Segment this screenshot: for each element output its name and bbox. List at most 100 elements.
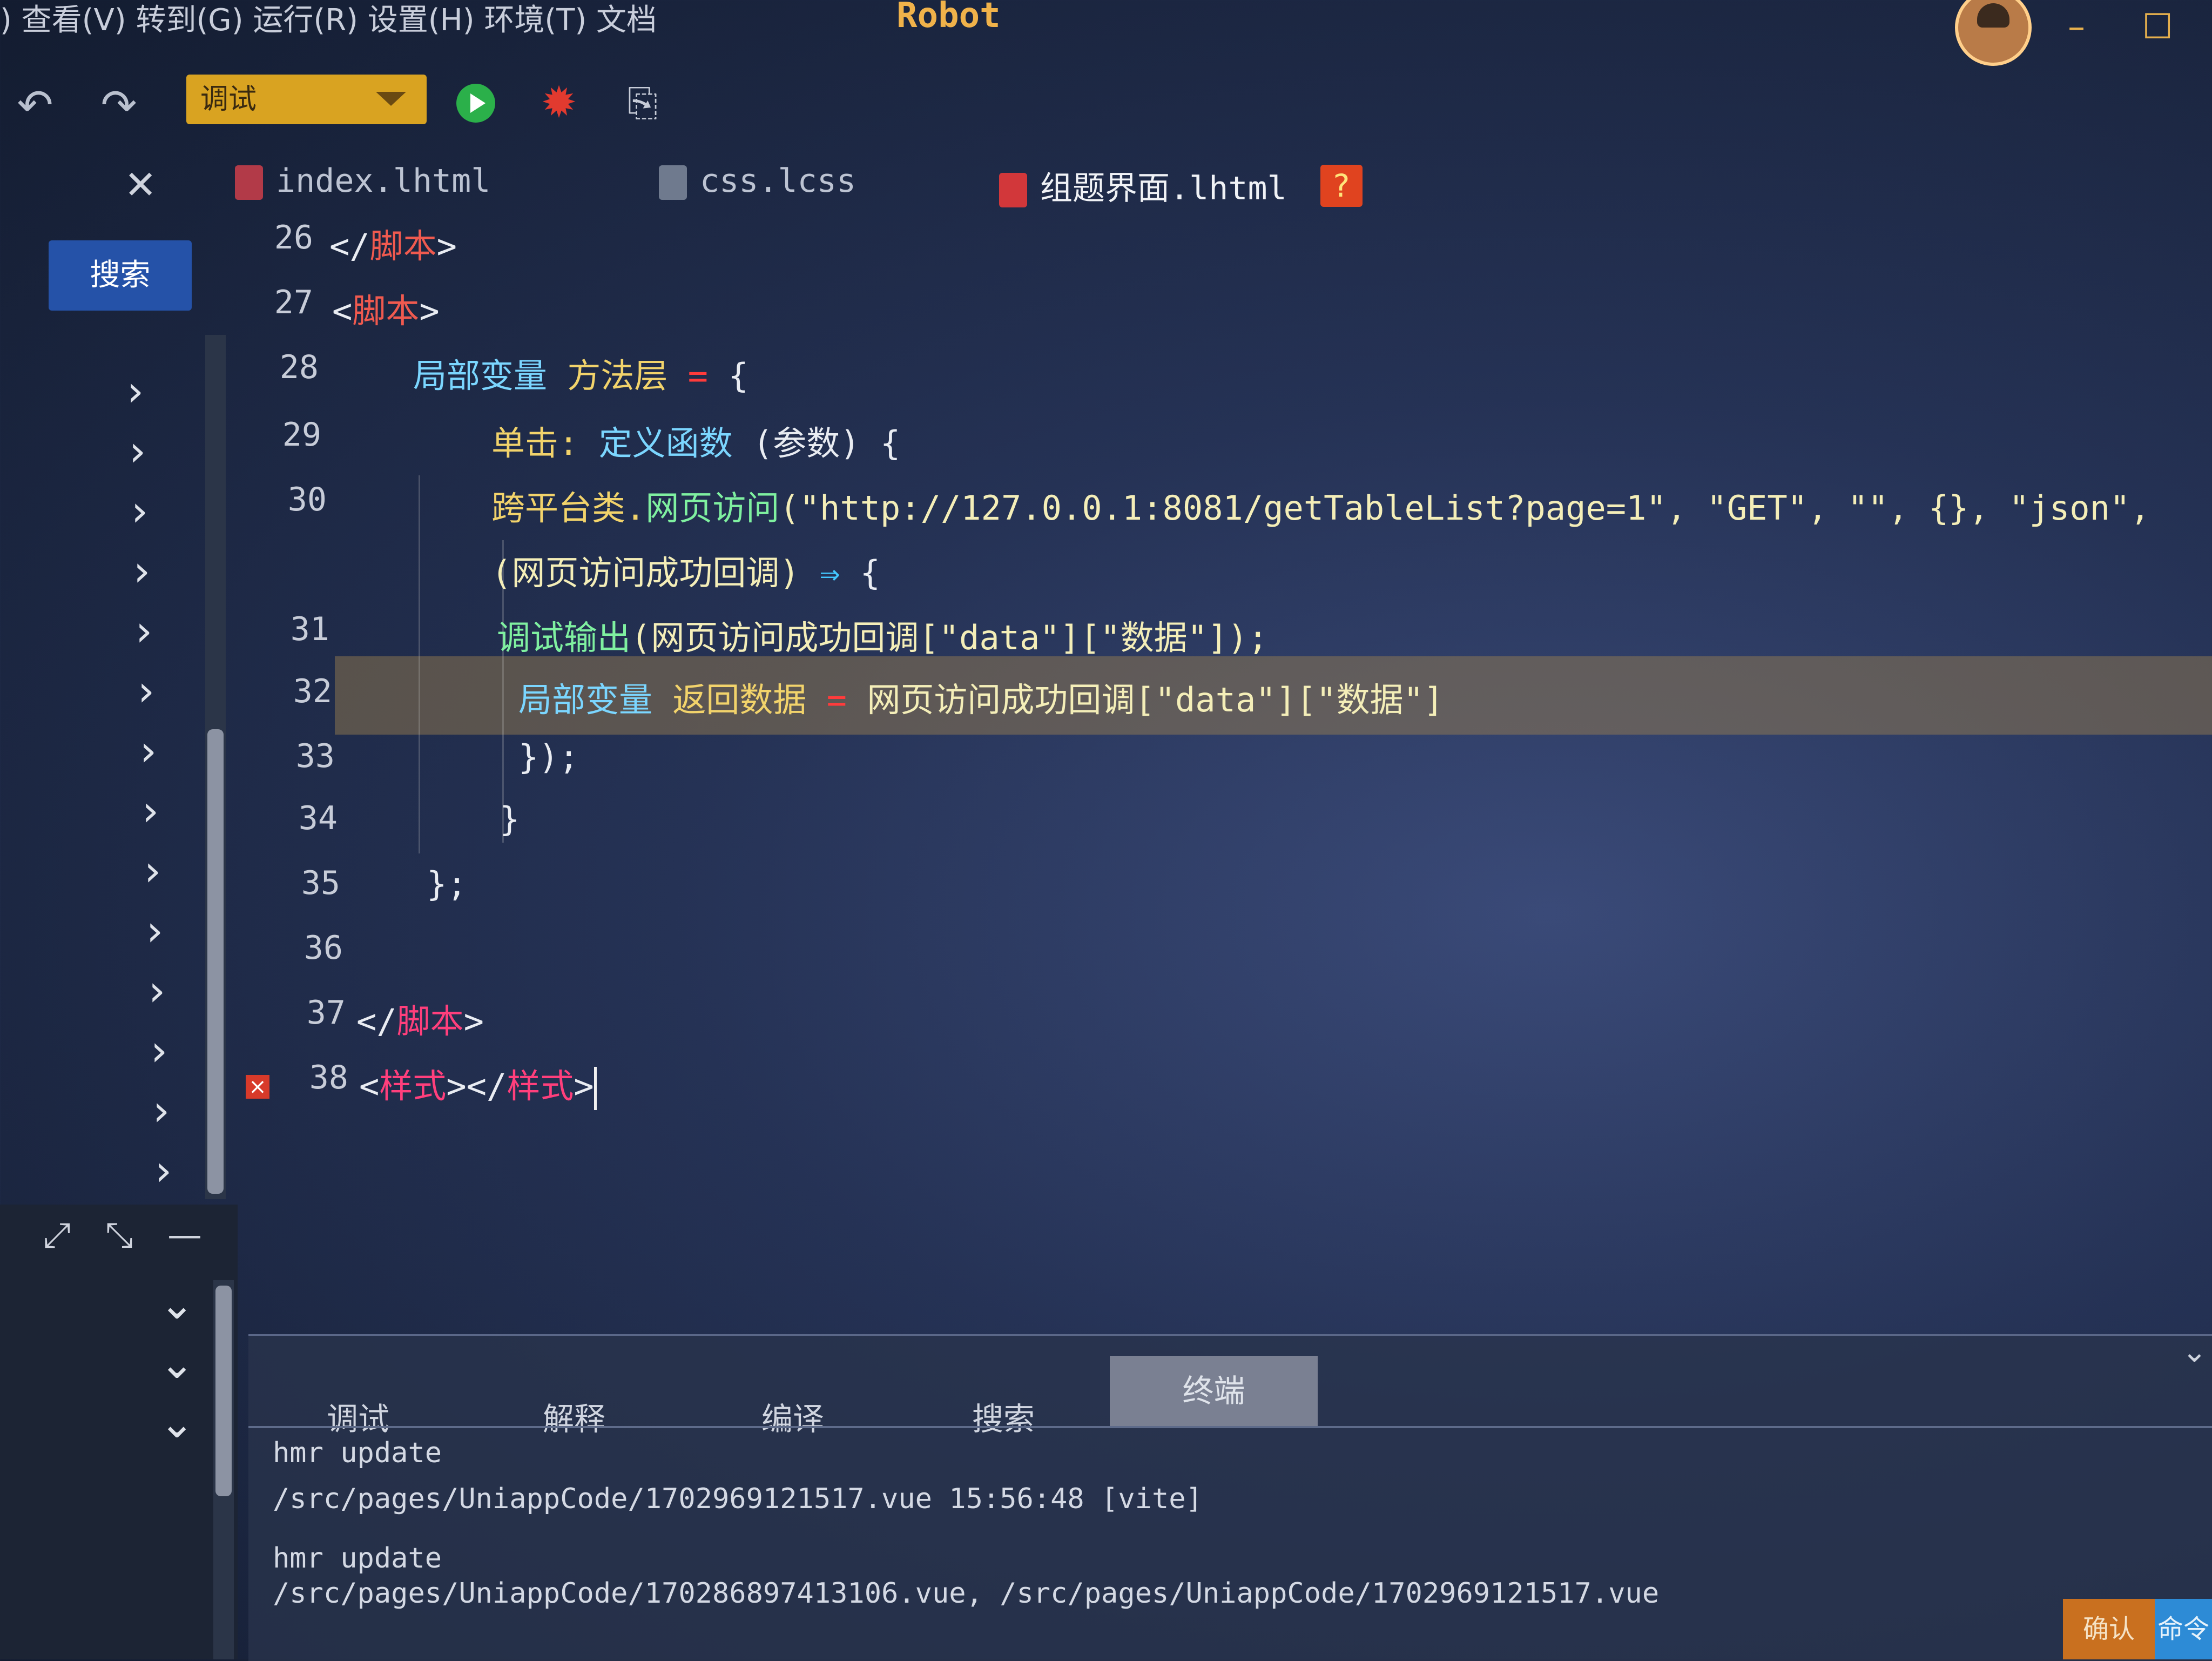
code-token: 局部变量: [518, 680, 673, 719]
menu-items[interactable]: ) 查看(V) 转到(G) 运行(R) 设置(H) 环境(T) 文档: [0, 0, 657, 39]
code-line[interactable]: 局部变量 返回数据 = 网页访问成功回调["data"]["数据"]: [518, 673, 1444, 721]
line-number[interactable]: 35: [254, 864, 340, 902]
line-number[interactable]: 30: [240, 481, 327, 519]
panel-tab-compile[interactable]: 编译: [761, 1394, 824, 1439]
code-token: });: [518, 737, 579, 777]
code-token: ></: [446, 1066, 507, 1106]
undo-icon[interactable]: ↶: [11, 81, 59, 130]
code-line[interactable]: }: [500, 799, 520, 839]
code-line[interactable]: 局部变量 方法层 = {: [413, 348, 748, 397]
chevron-right-icon[interactable]: ›: [146, 907, 163, 956]
code-line[interactable]: 跨平台类.网页访问("http://127.0.0.1:8081/getTabl…: [491, 481, 2150, 529]
confirm-button[interactable]: 确认: [2063, 1599, 2155, 1659]
tab-index[interactable]: index.lhtml: [235, 162, 490, 200]
code-token: 网页访问: [645, 488, 780, 528]
document-search-icon[interactable]: ⎘: [618, 78, 667, 127]
tab-css[interactable]: css.lcss: [659, 162, 856, 200]
code-token: 网页访问成功回调: [867, 680, 1135, 719]
line-number[interactable]: 29: [235, 416, 321, 454]
unsaved-badge[interactable]: ?: [1320, 165, 1363, 207]
line-number[interactable]: 31: [243, 610, 329, 648]
code-token: ("http://127.0.0.1:8081/getTableList?pag…: [779, 488, 2150, 528]
minimize-icon[interactable]: –: [2058, 10, 2095, 49]
panel-tab-terminal[interactable]: 终端: [1110, 1356, 1318, 1426]
chevron-right-icon[interactable]: ›: [144, 847, 161, 896]
chevron-right-icon[interactable]: ›: [151, 1027, 167, 1075]
code-line[interactable]: <样式></样式>: [359, 1059, 597, 1110]
code-token: </: [356, 1001, 397, 1041]
line-number[interactable]: 36: [257, 929, 343, 967]
code-token: 调试输出: [497, 618, 631, 657]
debug-bug-icon[interactable]: ✹: [535, 78, 583, 127]
chevron-down-icon[interactable]: ⌄: [159, 1399, 194, 1448]
app-title: Robot: [896, 0, 1001, 36]
code-token: ["data"]["数据"]);: [919, 618, 1268, 657]
run-mode-value: 调试: [200, 83, 257, 116]
run-icon[interactable]: [456, 84, 495, 123]
error-marker-icon[interactable]: ×: [246, 1075, 269, 1099]
chevron-right-icon[interactable]: ›: [153, 1087, 170, 1135]
html-file-icon: [999, 173, 1027, 208]
css-file-icon: [659, 165, 687, 200]
sidebar-lower-scroll-thumb[interactable]: [215, 1286, 232, 1496]
line-number[interactable]: 37: [259, 994, 346, 1032]
chevron-right-icon[interactable]: ›: [127, 367, 144, 416]
code-line[interactable]: 单击: 定义函数 (参数) {: [491, 416, 900, 465]
chevron-right-icon[interactable]: ›: [142, 787, 159, 836]
code-token: {: [860, 553, 880, 593]
sidebar-lower-pane: [0, 1205, 238, 1659]
line-number[interactable]: 28: [232, 348, 319, 386]
run-mode-select[interactable]: 调试: [186, 75, 427, 124]
code-token: ⇒: [819, 553, 860, 593]
line-number[interactable]: 38: [262, 1059, 348, 1097]
code-token: =: [687, 356, 729, 395]
user-avatar[interactable]: [1955, 0, 2032, 66]
code-line[interactable]: <脚本>: [332, 284, 440, 332]
code-token: 跨平台类.: [491, 488, 646, 528]
panel-divider: [248, 1426, 2212, 1428]
chevron-right-icon[interactable]: ›: [136, 607, 152, 656]
maximize-icon[interactable]: ☐: [2139, 10, 2176, 49]
chevron-right-icon[interactable]: ›: [129, 427, 146, 476]
code-line[interactable]: </脚本>: [329, 219, 457, 267]
code-line[interactable]: };: [427, 864, 467, 904]
line-number[interactable]: 26: [227, 219, 313, 257]
code-token: 脚本: [369, 226, 437, 266]
code-token: =: [826, 680, 867, 719]
code-line[interactable]: });: [518, 737, 579, 777]
expand-icon[interactable]: ⤢: [43, 1215, 71, 1255]
panel-tab-debug[interactable]: 调试: [327, 1394, 389, 1439]
indent-guide: [419, 475, 420, 853]
command-button[interactable]: 命令: [2155, 1599, 2212, 1659]
line-number[interactable]: 33: [248, 737, 335, 775]
chevron-down-icon[interactable]: ⌄: [159, 1280, 194, 1329]
line-number[interactable]: 27: [227, 284, 313, 321]
chevron-down-icon[interactable]: ⌄: [2182, 1334, 2207, 1369]
chevron-right-icon[interactable]: ›: [133, 547, 150, 596]
line-number[interactable]: 32: [246, 673, 332, 710]
chevron-right-icon[interactable]: ›: [149, 967, 165, 1016]
chevron-right-icon[interactable]: ›: [140, 727, 157, 776]
collapse-icon[interactable]: —: [167, 1215, 202, 1255]
line-number[interactable]: 34: [251, 799, 338, 837]
code-line[interactable]: 调试输出(网页访问成功回调["data"]["数据"]);: [497, 610, 1268, 659]
panel-tab-explain[interactable]: 解释: [543, 1394, 605, 1439]
tab-active-file[interactable]: 组题界面.lhtml: [999, 162, 1287, 209]
code-line[interactable]: (网页访问成功回调) ⇒ {: [491, 546, 880, 594]
code-token: (参数) {: [752, 423, 901, 463]
sidebar-search-button[interactable]: 搜索: [49, 240, 192, 311]
code-line[interactable]: </脚本>: [356, 994, 484, 1043]
chevron-down-icon: [376, 92, 406, 106]
panel-tab-search[interactable]: 搜索: [972, 1394, 1035, 1439]
code-token: >: [419, 291, 440, 331]
close-icon[interactable]: ✕: [124, 162, 157, 207]
chevron-right-icon[interactable]: ›: [155, 1147, 172, 1195]
terminal-line: /src/pages/UniappCode/170286897413106.vu…: [273, 1577, 1660, 1610]
tab-label: css.lcss: [700, 162, 856, 200]
chevron-right-icon[interactable]: ›: [131, 487, 148, 536]
shrink-icon[interactable]: ⤡: [105, 1215, 133, 1255]
chevron-down-icon[interactable]: ⌄: [159, 1340, 194, 1388]
chevron-right-icon[interactable]: ›: [138, 667, 154, 716]
sidebar-scroll-thumb[interactable]: [207, 729, 224, 1194]
redo-icon[interactable]: ↷: [95, 81, 143, 130]
